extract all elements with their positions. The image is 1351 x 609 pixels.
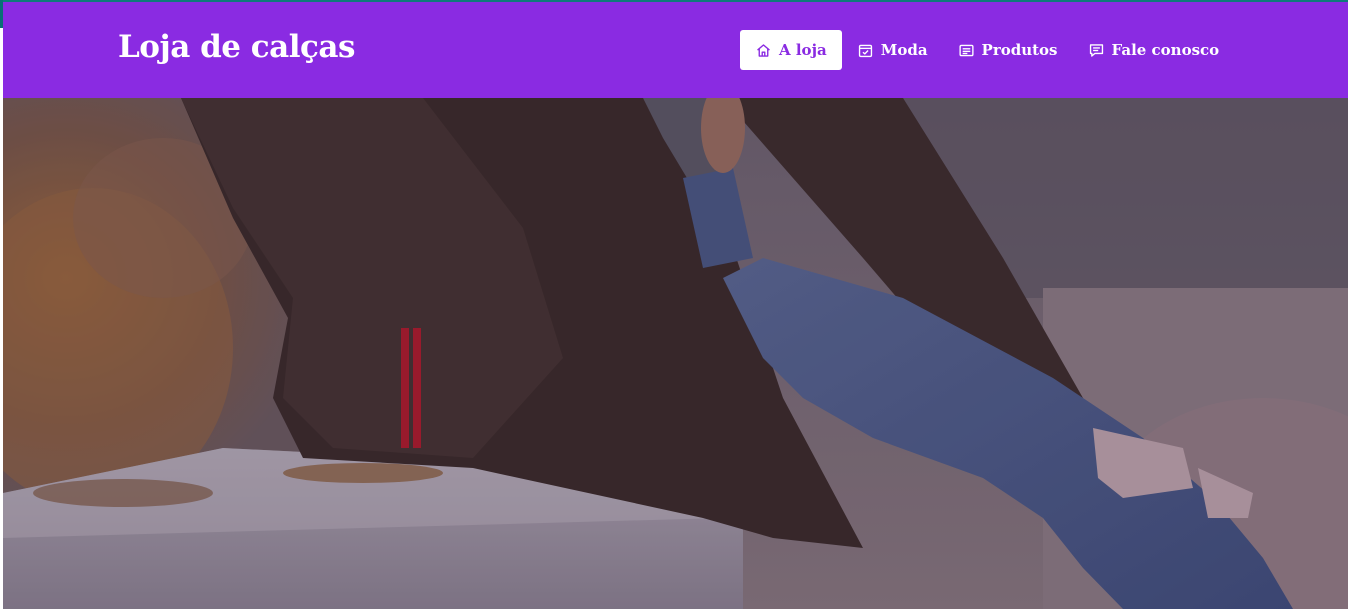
page: Loja de calças A loja Moda Produtos Fale… — [0, 0, 1351, 609]
left-border-accent — [0, 0, 3, 28]
home-icon — [755, 42, 772, 59]
nav-item-moda[interactable]: Moda — [842, 30, 943, 70]
top-border — [0, 0, 1351, 2]
chat-icon — [1088, 42, 1105, 59]
left-border — [0, 0, 3, 609]
calendar-check-icon — [857, 42, 874, 59]
nav-label-produtos: Produtos — [981, 41, 1058, 59]
brand-title[interactable]: Loja de calças — [118, 29, 355, 65]
top-navbar: Loja de calças A loja Moda Produtos Fale… — [3, 2, 1348, 98]
hero-image — [3, 98, 1348, 609]
nav-label-a-loja: A loja — [779, 41, 827, 59]
main-nav: A loja Moda Produtos Fale conosco — [740, 30, 1234, 70]
hero-photo — [3, 98, 1348, 609]
nav-label-fale-conosco: Fale conosco — [1111, 41, 1220, 59]
nav-item-produtos[interactable]: Produtos — [943, 30, 1073, 70]
list-icon — [958, 42, 975, 59]
nav-label-moda: Moda — [880, 41, 928, 59]
nav-item-fale-conosco[interactable]: Fale conosco — [1073, 30, 1235, 70]
nav-item-a-loja[interactable]: A loja — [740, 30, 842, 70]
